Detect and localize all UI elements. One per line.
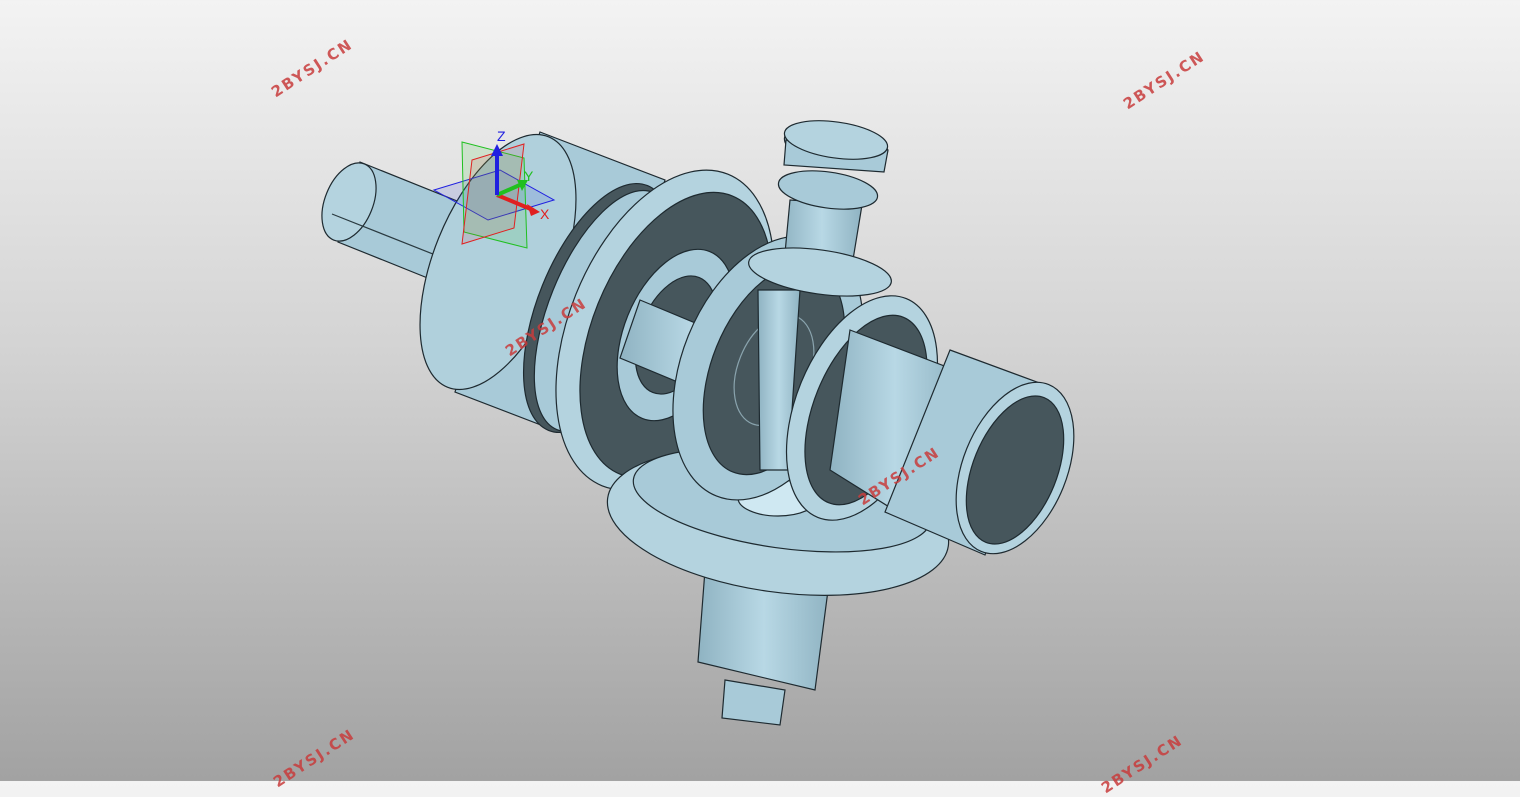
reducer-assembly-model[interactable] [311, 113, 1097, 726]
z-axis-label: Z [497, 128, 506, 144]
x-axis-label: X [540, 206, 550, 222]
cad-3d-viewport[interactable]: Z Y X 2BYSJ.CN 2BYSJ.CN 2BYSJ.CN 2BYSJ.C… [0, 0, 1520, 797]
model-canvas[interactable] [0, 0, 1520, 781]
y-axis-label: Y [524, 168, 534, 184]
